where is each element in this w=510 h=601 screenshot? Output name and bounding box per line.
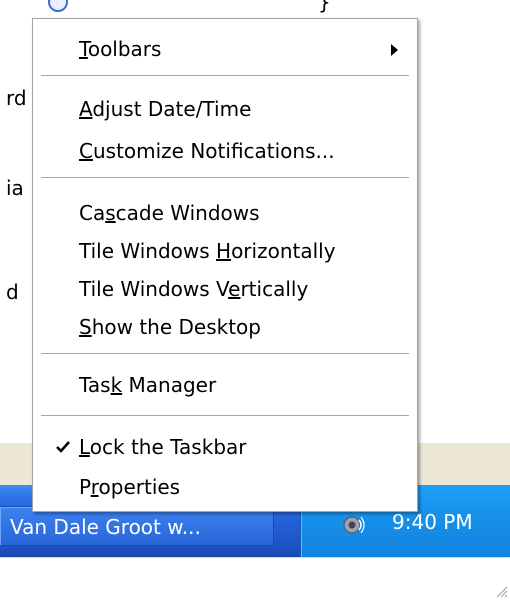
menu-separator <box>41 75 409 77</box>
menu-item-cascade-windows[interactable]: Cascade Windows <box>33 195 417 231</box>
background-text-fragment: } <box>318 0 331 14</box>
menu-item-task-manager[interactable]: Task Manager <box>33 367 417 403</box>
background-lower-window <box>0 557 510 601</box>
menu-item-customize-notifications[interactable]: Customize Notifications... <box>33 133 417 169</box>
checkmark-icon <box>56 441 70 453</box>
menu-separator <box>41 415 409 417</box>
taskbar-context-menu: Toolbars Adjust Date/Time Customize Noti… <box>32 18 418 512</box>
menu-item-properties[interactable]: Properties <box>33 469 417 505</box>
menu-item-adjust-date-time[interactable]: Adjust Date/Time <box>33 91 417 127</box>
speaker-volume-icon[interactable] <box>340 512 366 538</box>
menu-item-label: Tile Windows Vertically <box>79 277 309 301</box>
clock[interactable]: 9:40 PM <box>392 510 473 534</box>
menu-item-label: Tile Windows Horizontally <box>79 239 336 263</box>
resize-grip-icon[interactable] <box>494 584 508 598</box>
menu-item-show-desktop[interactable]: Show the Desktop <box>33 309 417 345</box>
menu-separator <box>41 353 409 355</box>
taskbar-button-van-dale[interactable]: Van Dale Groot w... <box>0 506 274 546</box>
menu-separator <box>41 177 409 179</box>
menu-item-label: Toolbars <box>79 37 162 61</box>
menu-item-lock-taskbar[interactable]: Lock the Taskbar <box>33 429 417 465</box>
submenu-arrow-icon <box>391 44 398 56</box>
menu-item-label: Lock the Taskbar <box>79 435 247 459</box>
menu-item-tile-vertically[interactable]: Tile Windows Vertically <box>33 271 417 307</box>
menu-item-label: Cascade Windows <box>79 201 260 225</box>
menu-item-label: Properties <box>79 475 181 499</box>
menu-item-toolbars[interactable]: Toolbars <box>33 31 417 67</box>
menu-item-label: Show the Desktop <box>79 315 261 339</box>
background-text-fragment: d <box>6 280 19 304</box>
background-text-fragment: rd <box>6 86 27 110</box>
menu-item-label: Customize Notifications... <box>79 139 335 163</box>
menu-item-tile-horizontally[interactable]: Tile Windows Horizontally <box>33 233 417 269</box>
menu-item-label: Task Manager <box>79 373 217 397</box>
background-app-icon <box>48 0 68 12</box>
menu-item-label: Adjust Date/Time <box>79 97 252 121</box>
background-text-fragment: ia <box>6 176 24 200</box>
